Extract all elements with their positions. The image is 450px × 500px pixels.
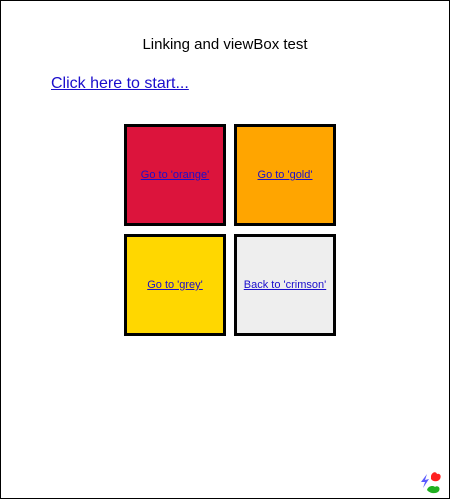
link-go-to-orange[interactable]: Go to 'orange' [141, 169, 209, 181]
tile-crimson: Go to 'orange' [124, 124, 226, 226]
link-go-to-gold[interactable]: Go to 'gold' [258, 169, 313, 181]
tile-grey: Back to 'crimson' [234, 234, 336, 336]
tile-orange: Go to 'gold' [234, 124, 336, 226]
svg-logo-icon [421, 472, 441, 494]
tile-gold: Go to 'grey' [124, 234, 226, 336]
start-link[interactable]: Click here to start... [51, 75, 189, 93]
link-back-to-crimson[interactable]: Back to 'crimson' [244, 279, 326, 291]
link-go-to-grey[interactable]: Go to 'grey' [147, 279, 203, 291]
page-title: Linking and viewBox test [142, 36, 308, 53]
